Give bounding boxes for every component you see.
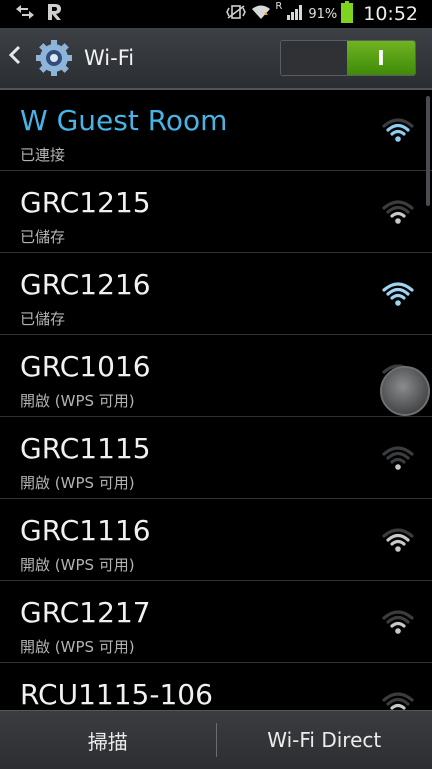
network-ssid: GRC1115 (20, 432, 151, 465)
network-ssid: RCU1115-106 (20, 678, 213, 710)
network-ssid: W Guest Room (20, 104, 227, 137)
gear-icon[interactable] (34, 38, 74, 78)
wifi-signal-icon (382, 691, 414, 710)
network-row[interactable]: GRC1217 開啟 (WPS 可用) (0, 582, 432, 663)
network-row[interactable]: GRC1215 已儲存 (0, 172, 432, 253)
wifi-signal-icon (382, 199, 414, 225)
network-status: 開啟 (WPS 可用) (20, 390, 135, 411)
wifi-signal-icon (382, 609, 414, 635)
roaming-r-icon: R (275, 1, 282, 12)
floating-assistive-button[interactable] (380, 366, 430, 416)
status-bar: R 91% 10:52 (0, 0, 432, 28)
network-row[interactable]: GRC1115 開啟 (WPS 可用) (0, 418, 432, 499)
network-ssid: GRC1217 (20, 596, 151, 629)
toggle-off-area (281, 41, 347, 75)
network-row[interactable]: GRC1116 開啟 (WPS 可用) (0, 500, 432, 581)
wifi-icon (251, 4, 271, 24)
page-title: Wi-Fi (84, 46, 134, 70)
vibrate-icon (225, 4, 247, 24)
network-row[interactable]: GRC1016 開啟 (WPS 可用) (0, 336, 432, 417)
battery-percent: 91% (308, 7, 337, 22)
network-status: 已儲存 (20, 226, 65, 247)
network-status: 開啟 (WPS 可用) (20, 472, 135, 493)
network-ssid: GRC1215 (20, 186, 151, 219)
network-row[interactable]: W Guest Room 已連接 (0, 90, 432, 171)
network-ssid: GRC1116 (20, 514, 151, 547)
action-bar: Wi-Fi I (0, 28, 432, 90)
network-list: W Guest Room 已連接 GRC1215 已儲存 GRC1216 已儲存 GRC10… (0, 90, 432, 710)
network-ssid: GRC1216 (20, 268, 151, 301)
wifi-toggle[interactable]: I (280, 40, 416, 76)
wifi-signal-icon (382, 445, 414, 471)
bottom-bar: 掃描 Wi-Fi Direct (0, 710, 432, 769)
toggle-on-label: I (347, 41, 415, 75)
battery-icon (341, 1, 353, 27)
network-ssid: GRC1016 (20, 350, 151, 383)
wifi-signal-icon (382, 527, 414, 553)
wifi-signal-icon (382, 281, 414, 307)
network-status: 已儲存 (20, 308, 65, 329)
back-icon[interactable] (8, 45, 30, 71)
network-status: 已連接 (20, 144, 65, 165)
wifi-signal-icon (382, 117, 414, 143)
signal-icon (286, 4, 304, 24)
network-status: 開啟 (WPS 可用) (20, 636, 135, 657)
sync-arrows-icon (14, 4, 36, 24)
r-app-icon (44, 2, 64, 26)
wifi-direct-button[interactable]: Wi-Fi Direct (217, 728, 432, 752)
scan-button[interactable]: 掃描 (0, 726, 216, 755)
network-row[interactable]: GRC1216 已儲存 (0, 254, 432, 335)
scrollbar[interactable] (426, 96, 430, 206)
network-status: 開啟 (WPS 可用) (20, 554, 135, 575)
clock: 10:52 (363, 3, 418, 25)
network-row[interactable]: RCU1115-106 (0, 664, 432, 710)
